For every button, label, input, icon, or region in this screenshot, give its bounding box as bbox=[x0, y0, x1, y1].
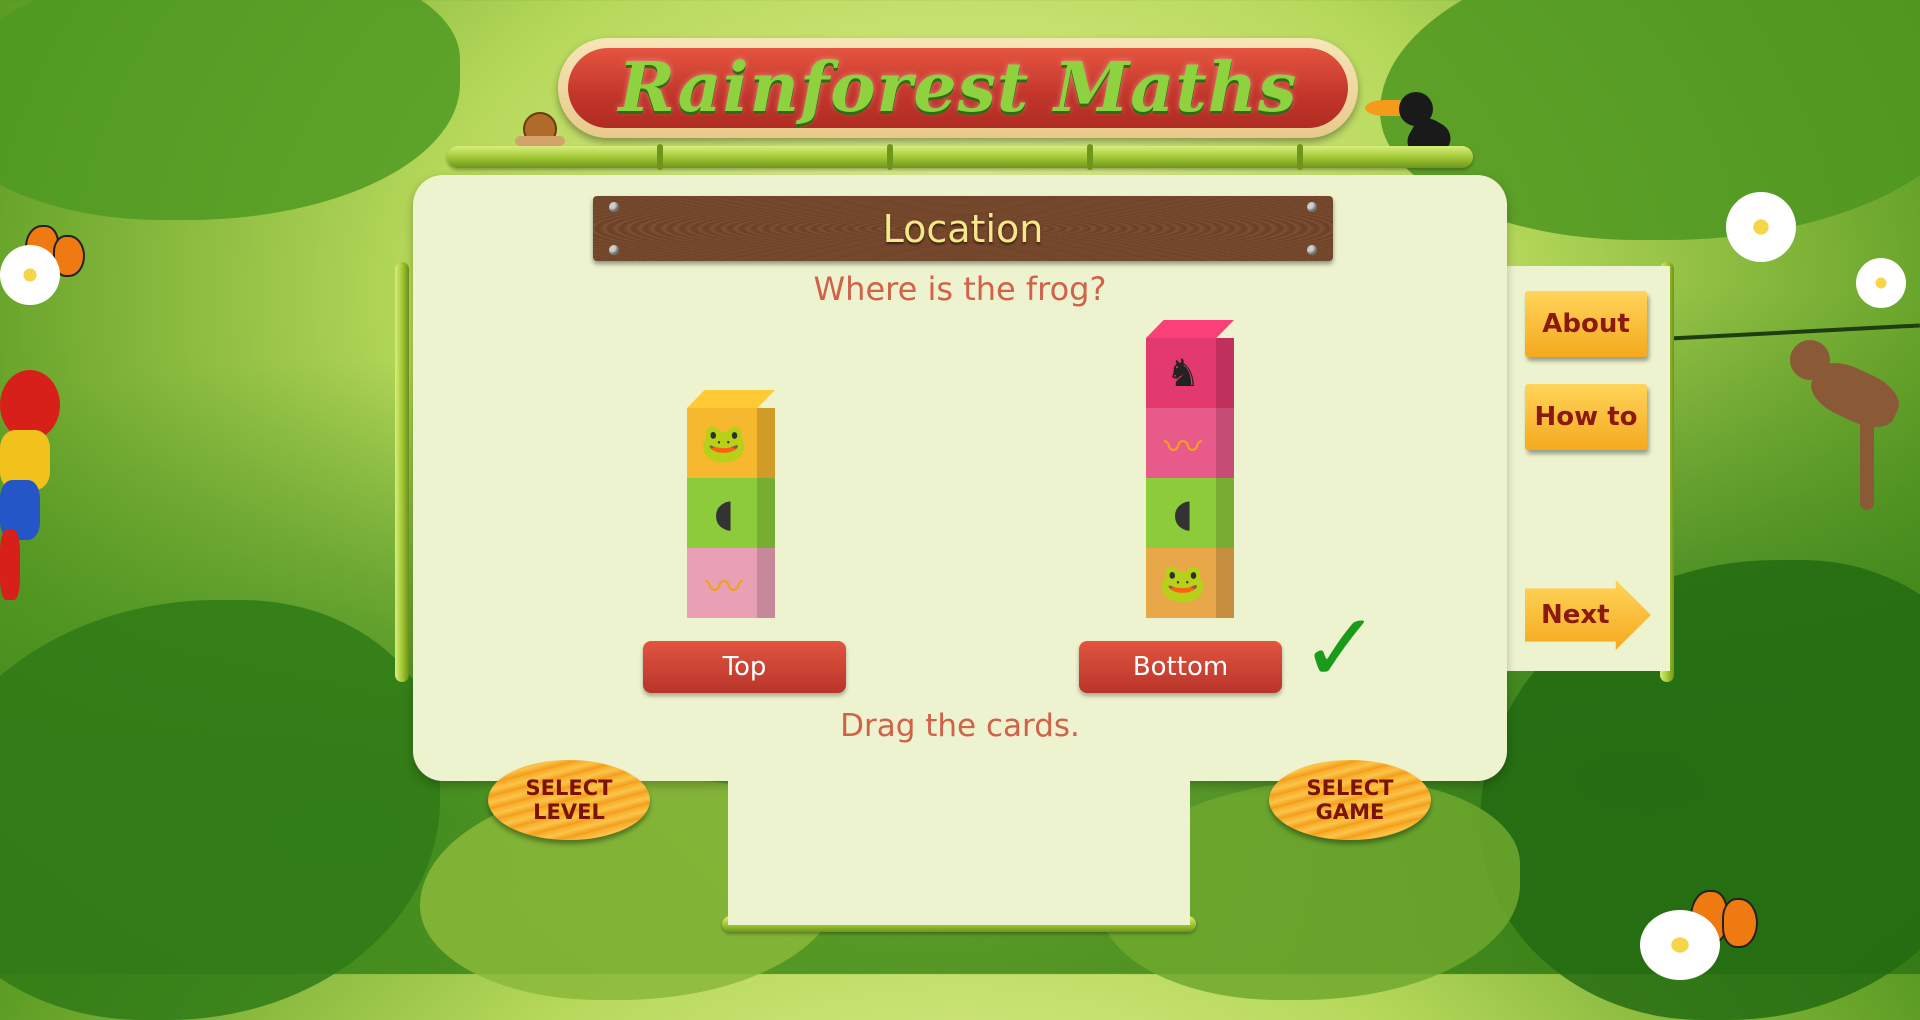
animal-block-frog: 🐸 bbox=[1146, 548, 1234, 618]
snake-icon: 〰 bbox=[704, 564, 743, 609]
flower-icon bbox=[1726, 192, 1796, 262]
flower-icon bbox=[1640, 910, 1720, 980]
instruction-text: Drag the cards. bbox=[840, 708, 1080, 744]
nail-icon bbox=[1307, 245, 1317, 255]
select-level-label: SELECT LEVEL bbox=[525, 776, 613, 824]
select-game-button[interactable]: SELECT GAME bbox=[1269, 760, 1431, 840]
answer-card-bottom[interactable]: Bottom bbox=[1079, 641, 1282, 693]
animal-block-tadpole: ◖ bbox=[1146, 478, 1234, 548]
nail-icon bbox=[1307, 202, 1317, 212]
foliage-decoration bbox=[0, 600, 440, 1020]
nail-icon bbox=[609, 245, 619, 255]
title-banner: Rainforest Maths bbox=[558, 38, 1358, 138]
frog-icon: 🐸 bbox=[1159, 560, 1207, 605]
bamboo-pole bbox=[395, 262, 409, 682]
animal-block-snake: 〰 bbox=[687, 548, 775, 618]
snail-icon bbox=[515, 112, 565, 148]
nail-icon bbox=[609, 202, 619, 212]
select-game-label: SELECT GAME bbox=[1306, 776, 1394, 824]
cassowary-icon: ♞ bbox=[1165, 351, 1201, 395]
section-title: Location bbox=[882, 206, 1044, 251]
tadpole-icon: ◖ bbox=[713, 491, 735, 535]
tadpole-icon: ◖ bbox=[1172, 491, 1194, 535]
vine bbox=[1670, 323, 1920, 341]
how-to-button[interactable]: How to bbox=[1525, 384, 1647, 450]
flower-icon bbox=[1856, 258, 1906, 308]
parrot-icon bbox=[0, 370, 70, 600]
flower-icon bbox=[0, 245, 60, 305]
animal-block-snake: 〰 bbox=[1146, 408, 1234, 478]
snake-icon: 〰 bbox=[1163, 424, 1202, 469]
monkey-icon bbox=[1760, 340, 1920, 510]
check-icon: ✓ bbox=[1300, 592, 1381, 704]
about-button[interactable]: About bbox=[1525, 291, 1647, 357]
app-title: Rainforest Maths bbox=[618, 48, 1298, 128]
foliage-decoration bbox=[0, 0, 460, 220]
animal-block-tadpole: ◖ bbox=[687, 478, 775, 548]
block-tower-right[interactable]: ♞ 〰 ◖ 🐸 bbox=[1146, 320, 1234, 618]
animal-block-cassowary: ♞ bbox=[1146, 320, 1234, 408]
answer-card-top[interactable]: Top bbox=[643, 641, 846, 693]
question-text: Where is the frog? bbox=[813, 270, 1107, 308]
section-header: Location bbox=[593, 196, 1333, 261]
select-level-button[interactable]: SELECT LEVEL bbox=[488, 760, 650, 840]
animal-block-frog: 🐸 bbox=[687, 390, 775, 478]
panel-extension bbox=[728, 780, 1190, 925]
block-tower-left[interactable]: 🐸 ◖ 〰 bbox=[687, 390, 775, 618]
frog-icon: 🐸 bbox=[700, 420, 748, 465]
bamboo-pole bbox=[447, 144, 1473, 170]
